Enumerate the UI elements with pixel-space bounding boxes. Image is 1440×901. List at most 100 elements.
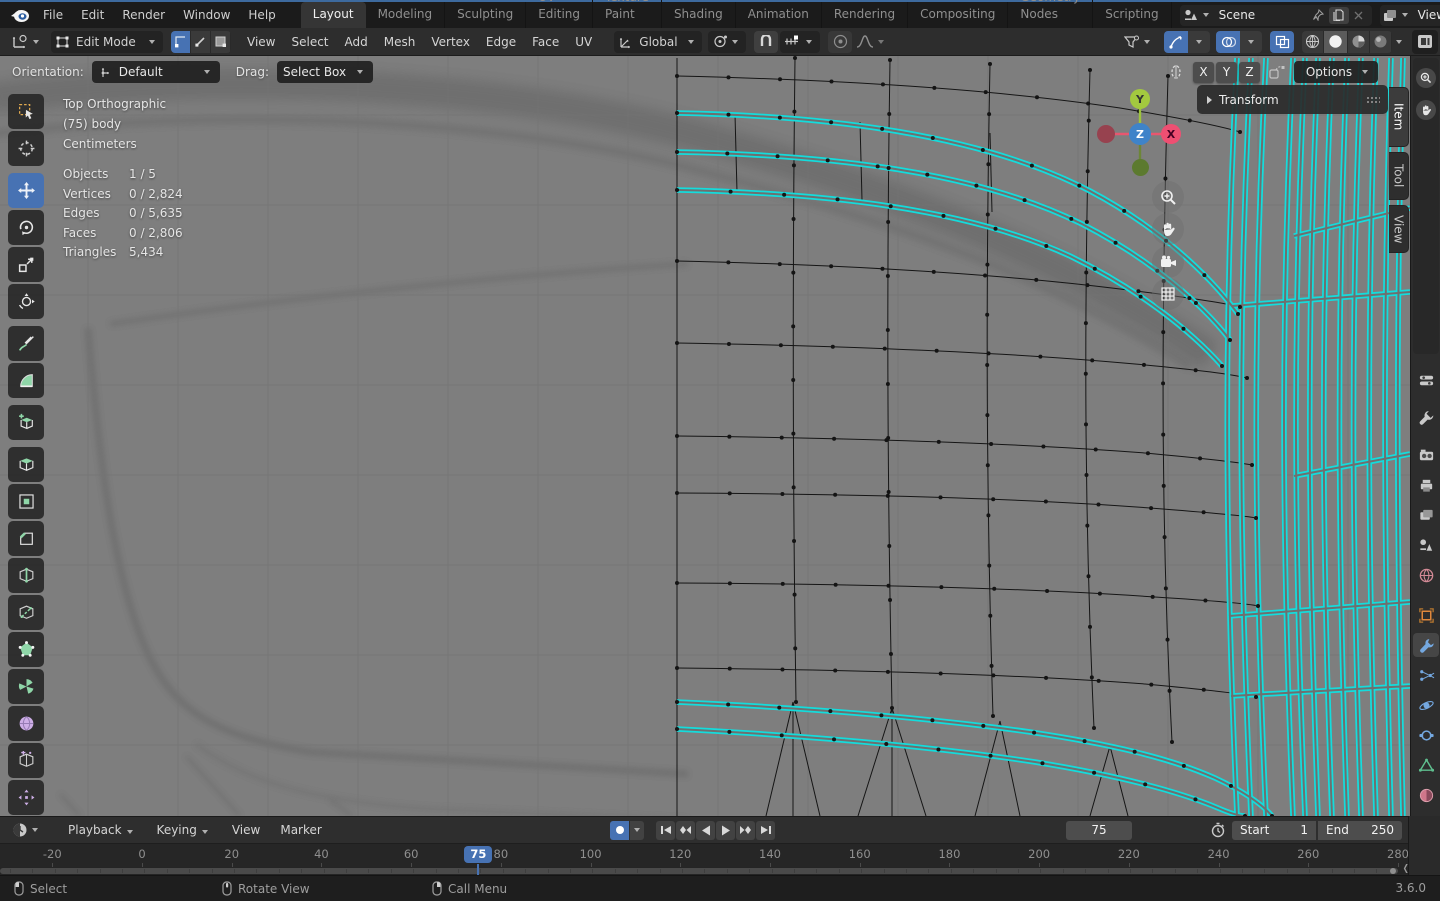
blender-logo-icon[interactable] [10,7,30,23]
play-button[interactable] [716,820,735,840]
mini-zoom-icon[interactable] [1416,68,1436,88]
3d-viewport[interactable]: Orientation: Default Drag: Select Box X … [0,56,1410,816]
transform-orientation-selector[interactable]: Global [614,30,703,53]
properties-tab-physics[interactable] [1413,693,1439,717]
tool-shrink-fatten[interactable] [8,780,44,815]
timeline-scrollbar[interactable]: ❮ [0,864,1409,875]
mirror-y-button[interactable]: Y [1216,61,1237,83]
tool-smooth[interactable] [8,706,44,741]
workspace-tab-layout[interactable]: Layout [300,2,366,28]
properties-tab-properties-editor[interactable] [1413,368,1439,392]
transform-panel-header[interactable]: Transform [1197,85,1388,114]
viewport-menu-edge[interactable]: Edge [478,28,524,56]
workspace-tab-compositing[interactable]: Compositing [908,2,1009,28]
proportional-falloff-button[interactable] [852,31,892,53]
scene-new-icon[interactable] [1328,6,1349,24]
secondary-editor-type-button[interactable] [1412,29,1438,54]
tool-bevel[interactable] [8,521,44,556]
tool-loop-cut[interactable] [8,558,44,593]
scene-unlink-icon[interactable] [1349,7,1369,24]
properties-tab-object-data[interactable] [1413,753,1439,777]
view-layer-name[interactable]: ViewLayer [1412,8,1440,22]
playhead[interactable]: 75 [464,846,493,863]
play-reverse-button[interactable] [696,820,715,840]
mirror-z-button[interactable]: Z [1239,61,1260,83]
mini-pan-icon[interactable] [1416,100,1436,120]
overlays-dropdown[interactable] [1240,30,1262,53]
scene-pin-icon[interactable] [1309,7,1329,24]
tool-scale[interactable] [8,247,44,282]
properties-tab-view-layer[interactable] [1413,503,1439,527]
jump-to-next-keyframe-button[interactable] [736,820,755,840]
viewport-menu-uv[interactable]: UV [567,28,600,56]
use-preview-range-icon[interactable] [1210,822,1226,838]
tool-rotate[interactable] [8,210,44,245]
mini-viewport[interactable] [1413,58,1439,354]
workspace-tab-uv-editing[interactable]: UV Editing [526,0,593,28]
gizmo-z-axis[interactable]: Z [1129,123,1151,145]
topbar-menu-edit[interactable]: Edit [72,2,113,28]
grid-perspective-icon[interactable] [1152,278,1184,310]
scrollbar-handle[interactable] [1390,868,1396,874]
view-layer-browse-icon[interactable] [1383,9,1398,22]
scene-browse-icon[interactable] [1183,8,1199,22]
viewport-menu-face[interactable]: Face [524,28,567,56]
tool-poly-build[interactable] [8,632,44,667]
properties-tab-output[interactable] [1413,473,1439,497]
gizmo-dropdown[interactable] [1188,30,1210,53]
options-dropdown[interactable]: Options [1294,61,1378,83]
jump-to-prev-keyframe-button[interactable] [676,820,695,840]
workspace-tab-modeling[interactable]: Modeling [366,2,446,28]
tool-extrude-region[interactable] [8,447,44,482]
viewport-menu-select[interactable]: Select [283,28,336,56]
gizmo-x-axis[interactable]: X [1161,124,1181,144]
pivot-point-button[interactable] [708,30,747,53]
rendered-shading-button[interactable] [1370,30,1392,53]
timeline-menu-view[interactable]: View [222,823,270,837]
jump-to-start-button[interactable] [656,820,675,840]
properties-tab-constraints[interactable] [1413,723,1439,747]
proportional-editing-button[interactable] [828,30,853,53]
workspace-tab-geometry-nodes[interactable]: Geometry Nodes [1008,0,1094,28]
start-frame-field[interactable]: Start 1 [1232,820,1316,840]
viewport-menu-mesh[interactable]: Mesh [376,28,424,56]
timeline-editor-type-button[interactable] [8,819,46,841]
camera-view-icon[interactable] [1152,246,1184,278]
workspace-tab-texture-paint[interactable]: Texture Paint [593,0,662,28]
xray-toggle-button[interactable] [1270,30,1294,53]
edge-select-mode-button[interactable] [191,30,211,53]
gizmo-y-axis[interactable]: Y [1130,89,1150,109]
timeline-ruler[interactable]: -20 0 20 40 60 80 100 120 140 160 180 200 220 240 260 2… [0,843,1409,868]
mode-selector[interactable]: Edit Mode [51,30,163,53]
auto-keying-button[interactable] [610,820,629,840]
face-select-mode-button[interactable] [211,30,231,53]
topbar-menu-help[interactable]: Help [239,2,284,28]
tool-inset-faces[interactable] [8,484,44,519]
zoom-icon[interactable] [1152,181,1184,213]
properties-tab-modifiers[interactable] [1413,633,1439,657]
tool-cursor[interactable] [8,131,44,166]
tool-measure[interactable] [8,363,44,398]
sidebar-tab-item[interactable]: Item [1389,87,1409,147]
vertex-select-mode-button[interactable] [171,30,191,53]
panel-expand-chevron[interactable] [1207,95,1212,104]
jump-to-end-button[interactable] [756,820,775,840]
tool-spin[interactable] [8,669,44,704]
properties-tab-object[interactable] [1413,603,1439,627]
scene-name[interactable]: Scene [1213,8,1309,22]
workspace-tab-animation[interactable]: Animation [736,2,822,28]
tool-add-cube[interactable] [8,405,44,440]
timeline-menu-keying[interactable]: Keying [147,823,222,837]
correct-face-attributes-icon[interactable] [1268,64,1286,80]
sidebar-tab-view[interactable]: View [1389,205,1409,253]
properties-tab-tool[interactable] [1413,405,1439,429]
tool-move[interactable] [8,173,44,208]
mirror-icon[interactable] [1167,64,1185,80]
material-preview-shading-button[interactable] [1348,30,1370,53]
timeline-menu-marker[interactable]: Marker [270,823,331,837]
drag-setting[interactable]: Select Box [276,61,373,83]
viewport-menu-view[interactable]: View [239,28,283,56]
shading-dropdown-chevron[interactable] [1396,39,1402,44]
gizmo-negative-x[interactable] [1097,125,1115,143]
topbar-menu-window[interactable]: Window [174,2,239,28]
